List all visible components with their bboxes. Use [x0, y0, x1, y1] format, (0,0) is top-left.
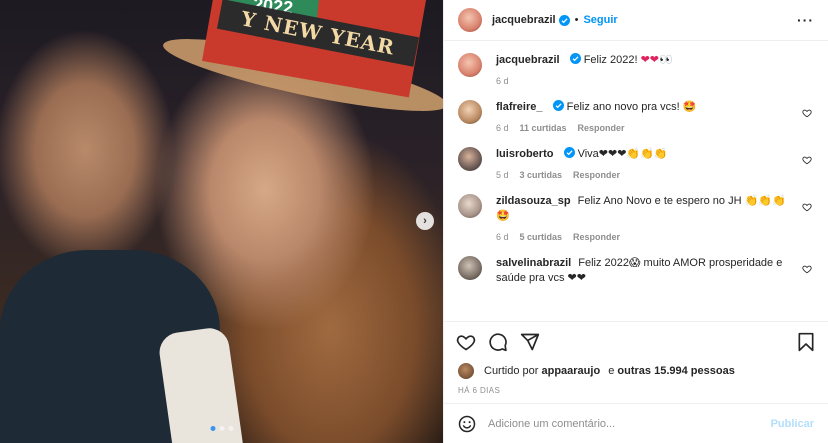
caption-username[interactable]: jacquebrazil	[496, 54, 560, 66]
post-photo[interactable]: 2022 Y NEW YEAR ›	[0, 0, 443, 443]
post-date[interactable]: HÁ 6 DIAS	[444, 381, 828, 403]
comment-avatar[interactable]	[458, 100, 482, 124]
comment-avatar[interactable]	[458, 256, 482, 280]
carousel-next-button[interactable]: ›	[416, 212, 434, 230]
comment-username[interactable]: luisroberto	[496, 148, 553, 160]
post-modal: 2022 Y NEW YEAR › jacquebrazil • Seguir …	[0, 0, 828, 443]
likes-middle: e	[608, 365, 615, 377]
liker-avatar[interactable]	[458, 363, 474, 379]
header-separator: •	[574, 14, 579, 26]
comment-avatar[interactable]	[458, 147, 482, 171]
comment-reply-link[interactable]: Responder	[573, 170, 620, 180]
likes-summary: Curtido por appaaraujo e outras 15.994 p…	[444, 361, 828, 381]
follow-button[interactable]: Seguir	[583, 14, 617, 26]
carousel-dot	[210, 426, 215, 431]
caption-avatar[interactable]	[458, 53, 482, 77]
comment-item: salvelinabrazil Feliz 2022😱 muito AMOR p…	[458, 256, 814, 286]
caption: jacquebrazil Feliz 2022! ❤❤👀 6 d	[458, 53, 814, 86]
comment-bubble-icon[interactable]	[488, 332, 508, 352]
comment-text: Feliz ano novo pra vcs! 🤩	[566, 101, 697, 113]
like-comment-heart-icon[interactable]	[802, 202, 812, 212]
comment-item: flafreire_ Feliz ano novo pra vcs! 🤩 6 d…	[458, 100, 814, 133]
comments-list[interactable]: jacquebrazil Feliz 2022! ❤❤👀 6 d flafrei…	[444, 41, 828, 321]
carousel-dots	[210, 426, 233, 431]
verified-badge-icon	[563, 147, 575, 158]
comment-username[interactable]: flafreire_	[496, 101, 542, 113]
publish-button[interactable]: Publicar	[771, 418, 814, 430]
like-comment-heart-icon[interactable]	[802, 155, 812, 165]
likes-others-link[interactable]: outras 15.994 pessoas	[617, 365, 734, 377]
comment-input[interactable]: Adicione um comentário...	[488, 418, 771, 430]
post-actions-bar	[444, 321, 828, 361]
caption-emojis: ❤❤👀	[640, 54, 673, 66]
verified-badge-icon	[552, 100, 564, 111]
like-heart-icon[interactable]	[456, 332, 476, 352]
likes-prefix: Curtido por	[484, 365, 539, 377]
more-options-icon[interactable]: ···	[797, 12, 814, 28]
caption-time: 6 d	[496, 76, 509, 86]
comment-likes-link[interactable]: 11 curtidas	[520, 123, 567, 133]
comment-time: 5 d	[496, 170, 509, 180]
comment-time: 6 d	[496, 123, 509, 133]
like-comment-heart-icon[interactable]	[802, 108, 812, 118]
likes-user-link[interactable]: appaaraujo	[541, 365, 600, 377]
save-bookmark-icon[interactable]	[796, 332, 816, 352]
comment-username[interactable]: salvelinabrazil	[496, 257, 571, 269]
verified-badge-icon	[569, 53, 581, 64]
comment-item: luisroberto Viva❤❤❤👏👏👏 5 d 3 curtidas Re…	[458, 147, 814, 180]
comment-text: Viva❤❤❤👏👏👏	[577, 148, 668, 160]
comment-reply-link[interactable]: Responder	[573, 232, 620, 242]
share-send-icon[interactable]	[520, 332, 540, 352]
author-avatar[interactable]	[458, 8, 482, 32]
like-comment-heart-icon[interactable]	[802, 264, 812, 274]
emoji-smile-icon[interactable]	[458, 415, 476, 433]
comment-time: 6 d	[496, 232, 509, 242]
comment-username[interactable]: zildasouza_sp	[496, 195, 571, 207]
verified-badge-icon	[558, 14, 570, 26]
carousel-dot	[219, 426, 224, 431]
post-side-panel: jacquebrazil • Seguir ··· jacquebrazil F…	[443, 0, 828, 443]
carousel-dot	[228, 426, 233, 431]
comment-likes-link[interactable]: 3 curtidas	[520, 170, 563, 180]
author-username[interactable]: jacquebrazil	[492, 14, 556, 26]
comment-likes-link[interactable]: 5 curtidas	[520, 232, 563, 242]
post-header: jacquebrazil • Seguir ···	[444, 0, 828, 41]
comment-reply-link[interactable]: Responder	[578, 123, 625, 133]
add-comment-bar: Adicione um comentário... Publicar	[444, 403, 828, 443]
comment-item: zildasouza_sp Feliz Ano Novo e te espero…	[458, 194, 814, 242]
comment-avatar[interactable]	[458, 194, 482, 218]
caption-text: Feliz 2022!	[583, 54, 638, 66]
